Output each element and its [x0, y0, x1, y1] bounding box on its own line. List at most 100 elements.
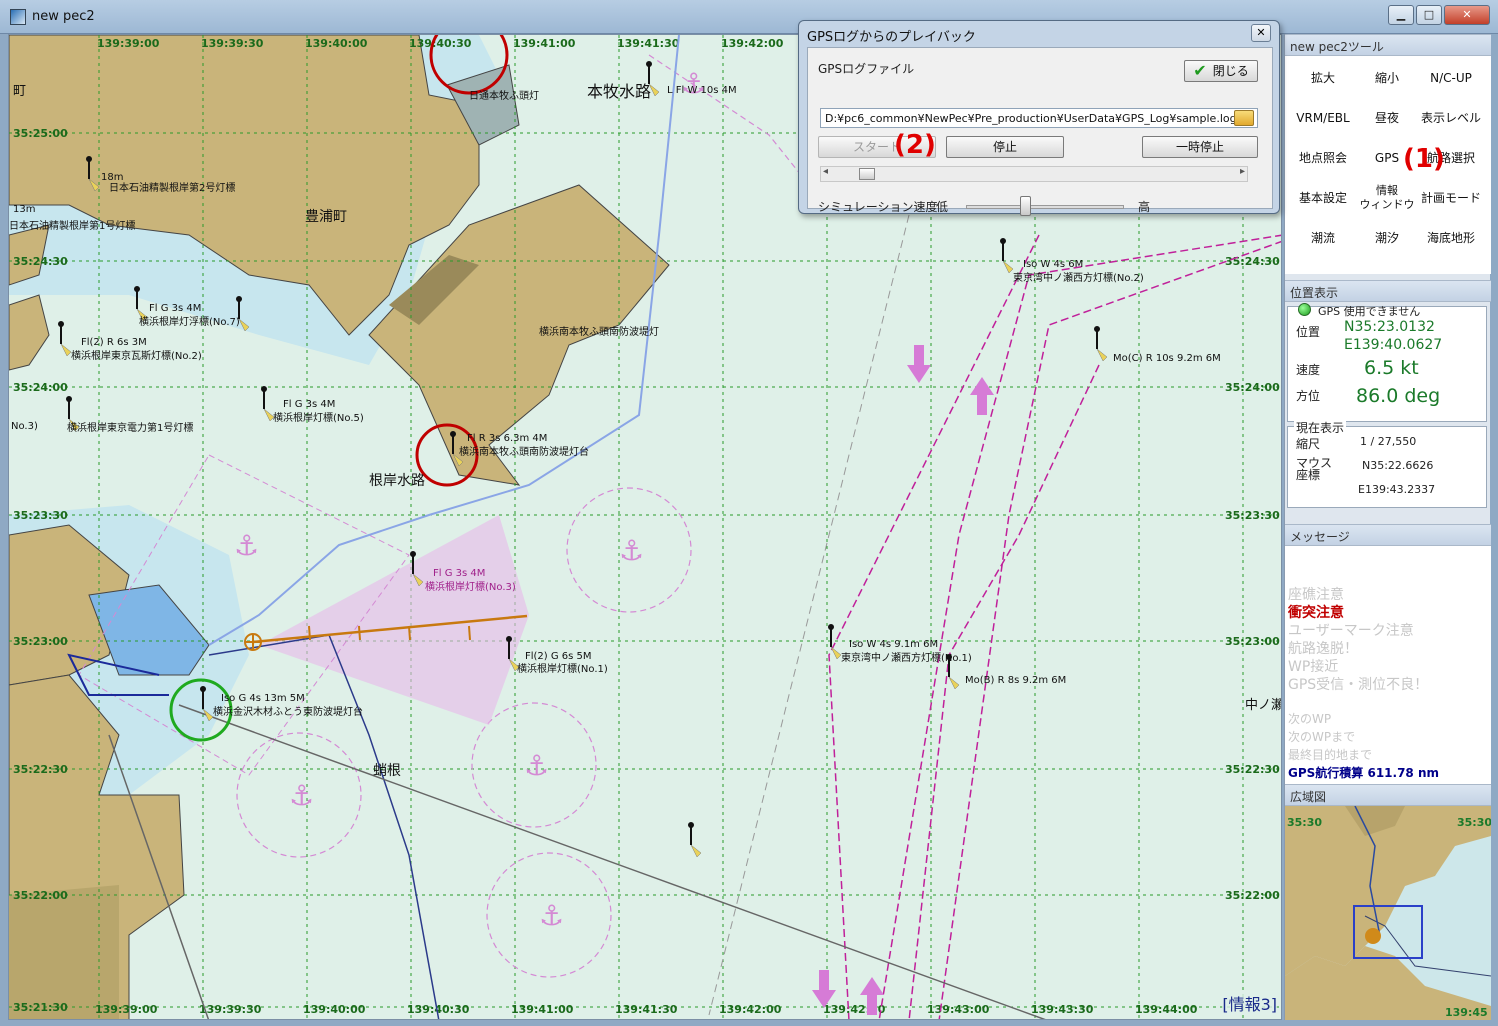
chart-label: L Fl W 10s 4M [667, 85, 737, 96]
msg-grounding: 座礁注意 [1288, 587, 1344, 603]
tool-point-query[interactable]: 地点照会 [1291, 140, 1355, 176]
playback-position-scrollbar[interactable]: ◂ ▸ [820, 166, 1248, 182]
longitude-label-bottom: 139:41:00 [511, 1003, 574, 1016]
longitude-label-top: 139:40:00 [305, 37, 368, 50]
check-icon: ✔ [1193, 61, 1207, 80]
buoy-marker [450, 431, 456, 437]
light-flare [690, 844, 702, 858]
chart-label: Mo(B) R 8s 9.2m 6M [965, 675, 1066, 686]
tool-zoom-out[interactable]: 縮小 [1355, 60, 1419, 96]
chart-label: Iso W 4s 6M [1023, 259, 1083, 270]
anchor-icon: ⚓ [524, 749, 549, 782]
tool-nc-up[interactable]: N/C-UP [1419, 60, 1483, 96]
tool-basic-settings[interactable]: 基本設定 [1291, 180, 1355, 216]
to-next-wp-label: 次のWPまで [1288, 730, 1356, 744]
chart-label: 日本石油精製根岸第1号灯標 [9, 219, 135, 232]
msg-user-mark: ユーザーマーク注意 [1288, 623, 1414, 639]
app-icon [10, 9, 26, 25]
light-flare [948, 676, 960, 690]
scrollbar-thumb[interactable] [859, 168, 875, 180]
tool-tide[interactable]: 潮汐 [1355, 220, 1419, 256]
next-wp-label: 次のWP [1288, 712, 1332, 726]
tool-tidal-current[interactable]: 潮流 [1291, 220, 1355, 256]
minimize-button[interactable]: ▁ [1388, 5, 1414, 25]
latitude-label-right: 35:22:30 [1225, 763, 1280, 776]
speed-high-label: 高 [1138, 200, 1151, 214]
tool-zoom-in[interactable]: 拡大 [1291, 60, 1355, 96]
longitude-label-bottom: 139:39:00 [95, 1003, 158, 1016]
longitude-value: E139:40.0627 [1344, 337, 1443, 353]
latitude-label-right: 35:24:00 [1225, 381, 1280, 394]
annotation-1: (1) [1403, 144, 1445, 174]
longitude-label-top: 139:41:00 [513, 37, 576, 50]
msg-wp-approach: WP接近 [1288, 659, 1339, 675]
scroll-left-icon[interactable]: ◂ [823, 166, 828, 177]
close-button[interactable]: ✕ [1444, 5, 1490, 25]
scroll-right-icon[interactable]: ▸ [1240, 166, 1245, 177]
boundary-line [648, 54, 810, 186]
file-label: GPSログファイル [818, 62, 915, 76]
message-header: メッセージ [1285, 524, 1491, 546]
longitude-label-bottom: 139:43:30 [1031, 1003, 1094, 1016]
overview-lat-label-left: 35:30 [1287, 816, 1322, 829]
chart-label: 横浜南本牧ふ頭南防波堤灯台 [459, 445, 589, 458]
chart-label: 横浜金沢木材ふとう東防波堤灯台 [213, 705, 363, 718]
sim-speed-slider[interactable] [1020, 196, 1031, 216]
longitude-label-bottom: 139:39:30 [199, 1003, 262, 1016]
maximize-button[interactable]: □ [1416, 5, 1442, 25]
latitude-label-left: 35:24:00 [13, 381, 68, 394]
tool-info-window[interactable]: 情報 ウィンドウ [1355, 180, 1419, 216]
dialog-close-button[interactable]: ✔ 閉じる [1184, 60, 1258, 82]
chart-label: 日本石油精製根岸第2号灯標 [109, 181, 235, 194]
chart-label: Fl G 3s 4M [433, 568, 485, 579]
heading-tick [308, 625, 311, 641]
position-header: 位置表示 [1285, 280, 1491, 302]
stop-button[interactable]: 停止 [946, 136, 1064, 158]
dialog-title: GPSログからのプレイバック [807, 30, 976, 45]
chart-label: 18m [101, 172, 123, 183]
overview-map[interactable]: 35:30 35:30 139:45 [1285, 806, 1491, 1020]
mouse-lat-value: N35:22.6626 [1362, 459, 1434, 472]
overview-lon-label: 139:45 [1445, 1006, 1488, 1019]
gps-status: GPS 使用できません [1318, 305, 1421, 318]
folder-icon[interactable] [1234, 110, 1254, 126]
sim-speed-track[interactable] [966, 205, 1124, 209]
longitude-label-top: 139:39:00 [97, 37, 160, 50]
latitude-label-left: 35:24:30 [13, 255, 68, 268]
info-label[interactable]: [情報3] [1222, 991, 1277, 1015]
heading-tick [358, 625, 361, 641]
current-display-box: 現在表示 縮尺 1 / 27,550 マウス 座標 N35:22.6626 E1… [1287, 419, 1487, 508]
place-name: 豊浦町 [305, 209, 347, 225]
longitude-label-top: 139:40:30 [409, 37, 472, 50]
tool-display-level[interactable]: 表示レベル [1419, 100, 1483, 136]
tool-vrm-ebl[interactable]: VRM/EBL [1291, 100, 1355, 136]
anchor-icon: ⚓ [539, 899, 564, 932]
traffic-lane [908, 364, 1100, 1019]
latitude-label-left: 35:22:30 [13, 763, 68, 776]
latitude-label-right: 35:23:30 [1225, 509, 1280, 522]
anchor-icon: ⚓ [234, 529, 259, 562]
place-name: 本牧水路 [587, 82, 651, 101]
chart-label: Fl(2) G 6s 5M [525, 651, 592, 662]
tool-day-night[interactable]: 昼夜 [1355, 100, 1419, 136]
tool-plan-mode[interactable]: 計画モード [1419, 180, 1483, 216]
tool-seabed[interactable]: 海底地形 [1419, 220, 1483, 256]
speed-value: 6.5 kt [1364, 357, 1419, 379]
gps-total-distance: GPS航行積算 611.78 nm [1288, 766, 1439, 780]
chart-label: 横浜根岸灯標(No.1) [517, 662, 608, 675]
chart-label: Fl G 3s 4M [283, 399, 335, 410]
place-name: 中ノ瀬 [1245, 698, 1282, 713]
file-path-field[interactable]: D:¥pc6_common¥NewPec¥Pre_production¥User… [820, 108, 1258, 128]
buoy-marker [261, 386, 267, 392]
latitude-label-left: 35:23:30 [13, 509, 68, 522]
place-name: 蛸根 [373, 763, 401, 779]
overview-header: 広域図 [1285, 784, 1491, 806]
dialog-body: GPSログファイル ✔ 閉じる D:¥pc6_common¥NewPec¥Pre… [807, 47, 1273, 216]
chart-label: Fl R 3s 6.3m 4M [467, 433, 547, 444]
chart-label: 東京湾中ノ瀬西方灯標(No.2) [1013, 271, 1144, 284]
pause-button[interactable]: 一時停止 [1142, 136, 1258, 158]
dialog-close-x[interactable]: ✕ [1251, 24, 1271, 42]
longitude-label-bottom: 139:41:30 [615, 1003, 678, 1016]
land-area [9, 885, 119, 1019]
overview-canvas[interactable]: 35:30 35:30 139:45 [1285, 806, 1491, 1020]
